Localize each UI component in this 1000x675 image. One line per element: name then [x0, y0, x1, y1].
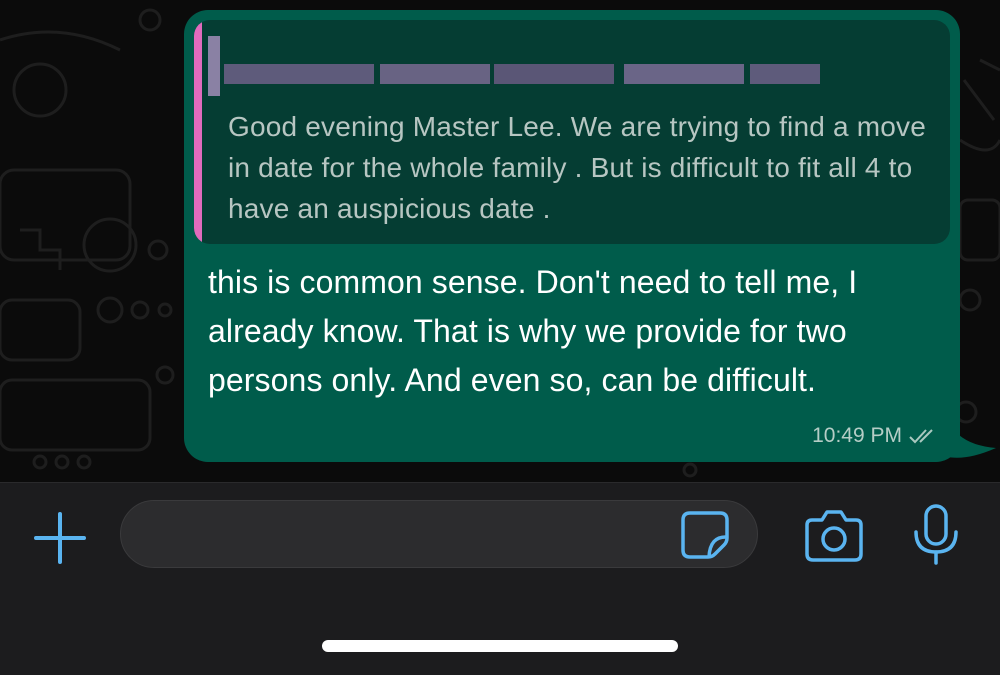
message-text: this is common sense. Don't need to tell… — [208, 264, 858, 398]
double-check-icon — [908, 426, 938, 446]
camera-button[interactable] — [804, 508, 864, 564]
quoted-message[interactable]: Good evening Master Lee. We are trying t… — [194, 20, 950, 244]
message-time: 10:49 PM — [812, 424, 902, 447]
outgoing-message-bubble[interactable]: Good evening Master Lee. We are trying t… — [184, 10, 960, 462]
microphone-icon — [914, 504, 958, 565]
attach-button[interactable] — [32, 510, 88, 566]
camera-icon — [805, 510, 863, 562]
chat-area: Good evening Master Lee. We are trying t… — [0, 0, 1000, 482]
bubble-tail — [944, 404, 996, 458]
quoted-author-redacted — [194, 30, 834, 100]
microphone-button[interactable] — [910, 504, 962, 566]
sticker-icon — [681, 511, 729, 559]
home-indicator[interactable] — [322, 640, 678, 652]
sticker-button[interactable] — [680, 510, 730, 560]
quoted-message-text: Good evening Master Lee. We are trying t… — [228, 111, 927, 224]
message-input[interactable] — [120, 500, 758, 568]
message-meta: 10:49 PM — [812, 424, 938, 448]
plus-icon — [34, 512, 86, 564]
